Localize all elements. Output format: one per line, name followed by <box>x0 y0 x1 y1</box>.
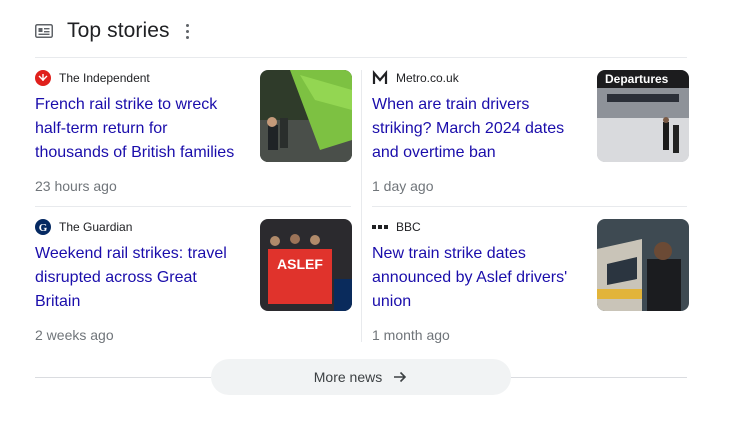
svg-text:G: G <box>39 222 48 234</box>
story-source: G The Guardian <box>35 219 132 235</box>
story-thumbnail[interactable] <box>260 70 352 162</box>
bbc-logo-icon <box>372 219 388 235</box>
top-stories-header: Top stories <box>35 17 190 45</box>
arrow-right-icon <box>394 371 407 383</box>
thumb-departures-text: Departures <box>605 72 669 86</box>
story-headline[interactable]: Weekend rail strikes: travel disrupted a… <box>35 242 245 314</box>
story-time: 1 month ago <box>372 327 450 343</box>
source-name: The Independent <box>59 71 150 85</box>
source-name: The Guardian <box>59 220 133 234</box>
section-title: Top stories <box>67 19 170 42</box>
story-thumbnail[interactable]: ASLEF <box>260 219 352 311</box>
story-time: 1 day ago <box>372 178 434 194</box>
story-time: 2 weeks ago <box>35 327 114 343</box>
row-divider-right <box>372 206 687 207</box>
more-news-label: More news <box>313 369 383 385</box>
story-source: Metro.co.uk <box>372 70 459 86</box>
story-thumbnail[interactable]: Departures <box>597 70 689 162</box>
story-card[interactable]: G The Guardian Weekend rail strikes: tra… <box>35 219 352 355</box>
source-name: Metro.co.uk <box>396 71 459 85</box>
news-icon <box>35 24 53 38</box>
column-divider <box>361 70 362 342</box>
metro-logo-icon <box>372 70 388 86</box>
story-thumbnail[interactable] <box>597 219 689 311</box>
guardian-logo-icon: G <box>35 219 51 235</box>
story-source: The Independent <box>35 70 150 86</box>
story-source: BBC <box>372 219 421 235</box>
story-time: 23 hours ago <box>35 178 117 194</box>
story-card[interactable]: Metro.co.uk When are train drivers strik… <box>372 70 689 206</box>
story-headline[interactable]: New train strike dates announced by Asle… <box>372 242 582 314</box>
story-headline[interactable]: French rail strike to wreck half-term re… <box>35 93 245 165</box>
divider <box>35 57 687 58</box>
story-headline[interactable]: When are train drivers striking? March 2… <box>372 93 582 165</box>
thumb-aslef-text: ASLEF <box>277 256 323 272</box>
story-card[interactable]: The Independent French rail strike to wr… <box>35 70 352 206</box>
story-card[interactable]: BBC New train strike dates announced by … <box>372 219 689 355</box>
source-name: BBC <box>396 220 421 234</box>
independent-logo-icon <box>35 70 51 86</box>
row-divider-left <box>35 206 351 207</box>
more-news-button[interactable]: More news <box>211 359 511 395</box>
more-options-icon[interactable] <box>186 23 190 39</box>
